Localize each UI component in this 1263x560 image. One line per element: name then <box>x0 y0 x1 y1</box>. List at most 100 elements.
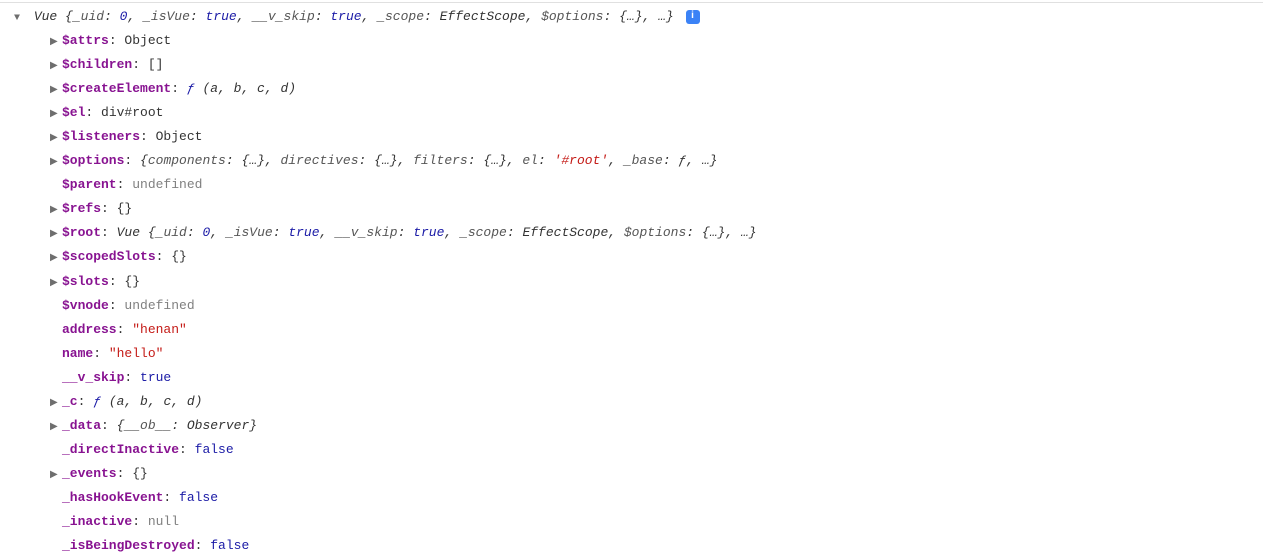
colon: : <box>101 418 117 433</box>
info-icon[interactable]: i <box>686 10 700 24</box>
property-row[interactable]: name: "hello" <box>14 342 1263 366</box>
colon: : <box>78 394 94 409</box>
property-value: {__ob__: Observer} <box>117 418 257 433</box>
colon: : <box>163 490 179 505</box>
expand-arrow-icon[interactable] <box>50 82 60 101</box>
expand-arrow-icon[interactable] <box>14 10 24 29</box>
root-row[interactable]: Vue {_uid: 0, _isVue: true, __v_skip: tr… <box>14 5 1263 29</box>
property-row[interactable]: $el: div#root <box>14 101 1263 125</box>
property-name: $parent <box>62 177 117 192</box>
colon: : <box>109 274 125 289</box>
property-name: $listeners <box>62 129 140 144</box>
property-name: _hasHookEvent <box>62 490 163 505</box>
property-value: ƒ (a, b, c, d) <box>187 81 296 96</box>
colon: : <box>156 249 172 264</box>
property-row[interactable]: _hasHookEvent: false <box>14 486 1263 510</box>
property-name: $refs <box>62 201 101 216</box>
expand-arrow-icon[interactable] <box>50 226 60 245</box>
colon: : <box>171 81 187 96</box>
colon: : <box>124 153 140 168</box>
expand-arrow-icon[interactable] <box>50 154 60 173</box>
colon: : <box>140 129 156 144</box>
colon: : <box>117 322 133 337</box>
property-value: ƒ (a, b, c, d) <box>93 394 202 409</box>
property-row[interactable]: $attrs: Object <box>14 29 1263 53</box>
property-value: Vue {_uid: 0, _isVue: true, __v_skip: tr… <box>117 225 757 240</box>
property-name: address <box>62 322 117 337</box>
expand-arrow-icon[interactable] <box>50 467 60 486</box>
property-name: $root <box>62 225 101 240</box>
object-inspector: Vue {_uid: 0, _isVue: true, __v_skip: tr… <box>0 5 1263 558</box>
property-row[interactable]: $children: [] <box>14 53 1263 77</box>
property-value: false <box>195 442 234 457</box>
colon: : <box>124 370 140 385</box>
property-name: $children <box>62 57 132 72</box>
property-row[interactable]: _data: {__ob__: Observer} <box>14 414 1263 438</box>
property-name: _c <box>62 394 78 409</box>
property-name: $options <box>62 153 124 168</box>
property-value: null <box>148 514 179 529</box>
expand-arrow-icon[interactable] <box>50 202 60 221</box>
property-name: _directInactive <box>62 442 179 457</box>
colon: : <box>117 177 133 192</box>
property-row[interactable]: $slots: {} <box>14 270 1263 294</box>
property-row[interactable]: $refs: {} <box>14 197 1263 221</box>
property-value: undefined <box>132 177 202 192</box>
property-row[interactable]: _events: {} <box>14 462 1263 486</box>
property-row[interactable]: _inactive: null <box>14 510 1263 534</box>
colon: : <box>101 225 117 240</box>
expand-arrow-icon[interactable] <box>50 58 60 77</box>
property-row[interactable]: _c: ƒ (a, b, c, d) <box>14 390 1263 414</box>
expand-arrow-icon[interactable] <box>50 106 60 125</box>
property-row[interactable]: _directInactive: false <box>14 438 1263 462</box>
property-row[interactable]: $listeners: Object <box>14 125 1263 149</box>
property-row[interactable]: $vnode: undefined <box>14 294 1263 318</box>
expand-arrow-icon[interactable] <box>50 419 60 438</box>
colon: : <box>85 105 101 120</box>
property-row[interactable]: $scopedSlots: {} <box>14 245 1263 269</box>
property-name: _data <box>62 418 101 433</box>
property-row[interactable]: $parent: undefined <box>14 173 1263 197</box>
expand-arrow-icon[interactable] <box>50 34 60 53</box>
property-row[interactable]: __v_skip: true <box>14 366 1263 390</box>
colon: : <box>109 33 125 48</box>
colon: : <box>195 538 211 553</box>
property-value: false <box>179 490 218 505</box>
colon: : <box>179 442 195 457</box>
property-name: $vnode <box>62 298 109 313</box>
property-value: true <box>140 370 171 385</box>
property-value: {} <box>171 249 187 264</box>
property-value: Object <box>156 129 203 144</box>
property-name: $slots <box>62 274 109 289</box>
property-name: $createElement <box>62 81 171 96</box>
property-value: [] <box>148 57 164 72</box>
property-value: {} <box>132 466 148 481</box>
root-preview: Vue {_uid: 0, _isVue: true, __v_skip: tr… <box>34 9 674 24</box>
property-name: __v_skip <box>62 370 124 385</box>
property-value: false <box>210 538 249 553</box>
expand-arrow-icon[interactable] <box>50 275 60 294</box>
property-name: _isBeingDestroyed <box>62 538 195 553</box>
expand-arrow-icon[interactable] <box>50 130 60 149</box>
property-row[interactable]: $options: {components: {…}, directives: … <box>14 149 1263 173</box>
property-value: "hello" <box>109 346 164 361</box>
property-value: "henan" <box>132 322 187 337</box>
property-name: _events <box>62 466 117 481</box>
property-name: $el <box>62 105 85 120</box>
expand-arrow-icon[interactable] <box>50 395 60 414</box>
property-value: {} <box>124 274 140 289</box>
colon: : <box>117 466 133 481</box>
property-row[interactable]: _isBeingDestroyed: false <box>14 534 1263 558</box>
colon: : <box>101 201 117 216</box>
colon: : <box>93 346 109 361</box>
property-row[interactable]: $createElement: ƒ (a, b, c, d) <box>14 77 1263 101</box>
property-value: div#root <box>101 105 163 120</box>
colon: : <box>132 514 148 529</box>
property-row[interactable]: address: "henan" <box>14 318 1263 342</box>
property-name: $scopedSlots <box>62 249 156 264</box>
property-value: Object <box>124 33 171 48</box>
property-row[interactable]: $root: Vue {_uid: 0, _isVue: true, __v_s… <box>14 221 1263 245</box>
expand-arrow-icon[interactable] <box>50 250 60 269</box>
colon: : <box>109 298 125 313</box>
property-name: _inactive <box>62 514 132 529</box>
